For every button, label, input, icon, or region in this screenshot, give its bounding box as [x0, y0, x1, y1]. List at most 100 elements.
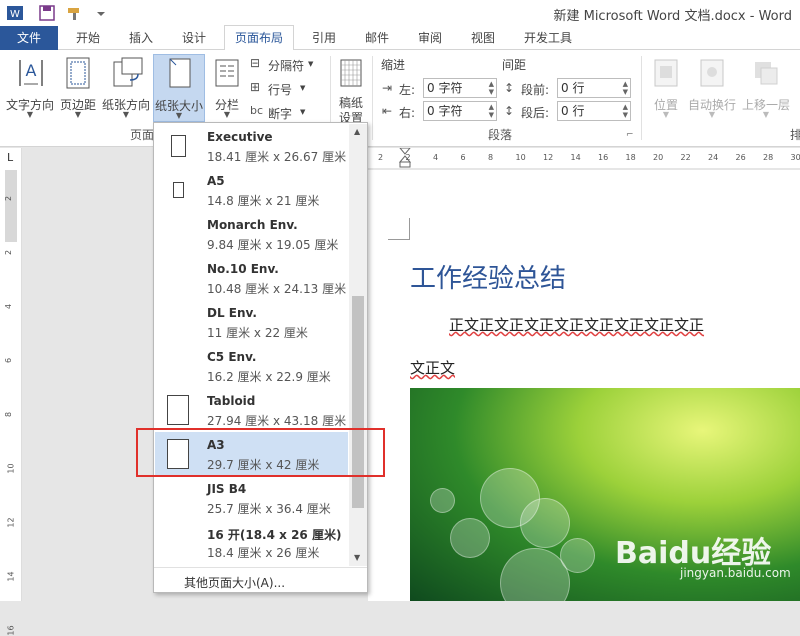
indent-header: 缩进 [381, 56, 405, 73]
format-painter-icon[interactable] [66, 4, 84, 22]
tab-file[interactable]: 文件 [0, 26, 58, 50]
ruler-number: 30 [791, 153, 800, 162]
draft-grid-icon [339, 58, 363, 88]
draft-settings-button[interactable]: 稿纸 设置 [336, 54, 366, 124]
tab-page-layout[interactable]: 页面布局 [224, 25, 294, 51]
spacing-after-value: 0 行 [561, 104, 584, 118]
tab-design[interactable]: 设计 [174, 26, 214, 50]
dropdown-scrollbar[interactable]: ▲ ▼ [349, 124, 367, 566]
arrange-group-label: 排 [790, 126, 800, 143]
indent-right-field[interactable]: 0 字符 ▲▼ [423, 101, 497, 121]
paper-size-item[interactable]: Monarch Env.9.84 厘米 x 19.05 厘米 [155, 212, 348, 256]
chevron-down-icon: ▼ [154, 111, 204, 120]
vertical-ruler[interactable]: 2246810121416 [0, 170, 22, 601]
hyphenation-button[interactable]: bc 断字 ▼ [250, 104, 320, 122]
ribbon: A 文字方向 ▼ 页边距 ▼ 纸张方向 ▼ 纸张大小 ▼ [0, 50, 800, 147]
ruler-number: 4 [4, 304, 13, 309]
paper-page-icon [167, 395, 189, 425]
orientation-icon [110, 56, 144, 90]
wrap-text-icon [698, 58, 726, 88]
columns-button[interactable]: 分栏 ▼ [208, 54, 246, 124]
indent-right-icon: ⇤ [382, 104, 392, 118]
spacing-before-field[interactable]: 0 行 ▲▼ [557, 78, 631, 98]
paper-size-dimensions: 16.2 厘米 x 22.9 厘米 [207, 368, 331, 385]
ruler-number: 28 [763, 153, 773, 162]
spinner-icon[interactable]: ▲▼ [489, 103, 494, 119]
paper-size-name: No.10 Env. [207, 262, 279, 276]
document-paragraph[interactable]: 正文正文正文正文正文正文正文正文正 [449, 314, 704, 335]
paper-size-item[interactable]: JIS B4 25.7 厘米 x 36.4 厘米 [155, 476, 348, 520]
tab-home[interactable]: 开始 [68, 26, 108, 50]
spacing-before-value: 0 行 [561, 81, 584, 95]
paper-size-item[interactable]: Executive18.41 厘米 x 26.67 厘米 [155, 124, 348, 168]
paper-size-name: DL Env. [207, 306, 257, 320]
tab-mailings[interactable]: 邮件 [357, 26, 397, 50]
position-button[interactable]: 位置 ▼ [648, 54, 684, 124]
paper-size-dimensions: 25.7 厘米 x 36.4 厘米 [207, 500, 331, 517]
ruler-number: 6 [461, 153, 466, 162]
document-heading[interactable]: 工作经验总结 [410, 258, 566, 295]
paper-size-item[interactable]: 16 开(18.4 x 26 厘米)18.4 厘米 x 26 厘米 [155, 520, 348, 564]
word-icon[interactable]: W [6, 4, 24, 22]
tab-selector[interactable]: L [0, 148, 22, 170]
highlight-box [136, 428, 385, 477]
ruler-number: 16 [598, 153, 608, 162]
paper-size-item[interactable]: DL Env.11 厘米 x 22 厘米 [155, 300, 348, 344]
paper-size-item[interactable]: A514.8 厘米 x 21 厘米 [155, 168, 348, 212]
margins-button[interactable]: 页边距 ▼ [58, 54, 98, 124]
paper-size-dimensions: 27.94 厘米 x 43.18 厘米 [207, 412, 346, 429]
customize-icon[interactable] [92, 4, 110, 22]
chevron-down-icon: ▼ [100, 110, 152, 119]
tab-view[interactable]: 视图 [463, 26, 503, 50]
ruler-number: 14 [571, 153, 581, 162]
dialog-launcher-icon[interactable]: ⌐ [626, 130, 634, 140]
tab-developer[interactable]: 开发工具 [516, 26, 580, 50]
scroll-down-icon[interactable]: ▼ [354, 553, 360, 562]
paper-size-name: JIS B4 [207, 482, 246, 496]
wrap-text-button[interactable]: 自动换行 ▼ [686, 54, 738, 124]
ruler-number: 24 [708, 153, 718, 162]
chevron-down-icon: ▼ [58, 110, 98, 119]
line-numbers-button[interactable]: ⊞ 行号 ▼ [250, 80, 320, 98]
spinner-icon[interactable]: ▲▼ [623, 80, 628, 96]
text-direction-button[interactable]: A 文字方向 ▼ [4, 54, 56, 124]
bring-forward-button[interactable]: 上移一层 ▼ [740, 54, 792, 124]
chevron-down-icon: ▼ [300, 84, 305, 92]
bring-forward-icon [752, 58, 780, 88]
paper-size-item[interactable]: C5 Env. 16.2 厘米 x 22.9 厘米 [155, 344, 348, 388]
tab-review[interactable]: 审阅 [410, 26, 450, 50]
indent-left-field[interactable]: 0 字符 ▲▼ [423, 78, 497, 98]
chevron-down-icon: ▼ [308, 60, 313, 68]
chevron-down-icon: ▼ [648, 110, 684, 119]
paper-size-name: Tabloid [207, 394, 255, 408]
ruler-number: 10 [516, 153, 526, 162]
save-icon[interactable] [38, 4, 56, 22]
size-button[interactable]: 纸张大小 ▼ [153, 54, 205, 122]
paper-size-name: Monarch Env. [207, 218, 298, 232]
spinner-icon[interactable]: ▲▼ [623, 103, 628, 119]
document-paragraph-continued[interactable]: 文正文 [410, 357, 455, 378]
tab-insert[interactable]: 插入 [121, 26, 161, 50]
paper-size-name: C5 Env. [207, 350, 256, 364]
orientation-button[interactable]: 纸张方向 ▼ [100, 54, 152, 124]
paper-page-icon [171, 135, 186, 157]
spacing-after-field[interactable]: 0 行 ▲▼ [557, 101, 631, 121]
breaks-button[interactable]: ⊟ 分隔符 ▼ [250, 56, 320, 74]
spinner-icon[interactable]: ▲▼ [489, 80, 494, 96]
scroll-up-icon[interactable]: ▲ [354, 127, 360, 136]
more-paper-sizes[interactable]: 其他页面大小(A)... [154, 567, 367, 593]
paper-size-item[interactable]: No.10 Env.10.48 厘米 x 24.13 厘米 [155, 256, 348, 300]
ruler-number: 4 [433, 153, 438, 162]
margins-icon [63, 56, 93, 90]
horizontal-ruler[interactable]: 22468101214161820222426283032 [368, 148, 800, 168]
tab-references[interactable]: 引用 [304, 26, 344, 50]
ruler-number: 2 [4, 250, 13, 255]
ruler-number: 10 [7, 463, 16, 473]
chevron-down-icon: ▼ [740, 110, 792, 119]
paper-size-item[interactable]: Tabloid 27.94 厘米 x 43.18 厘米 [155, 388, 348, 432]
breaks-label: 分隔符 [268, 57, 304, 74]
paper-size-dropdown[interactable]: Executive18.41 厘米 x 26.67 厘米A514.8 厘米 x … [153, 122, 368, 593]
svg-text:A: A [26, 61, 37, 80]
ruler-number: 12 [543, 153, 553, 162]
spacing-after-icon: ↕ [504, 104, 514, 118]
